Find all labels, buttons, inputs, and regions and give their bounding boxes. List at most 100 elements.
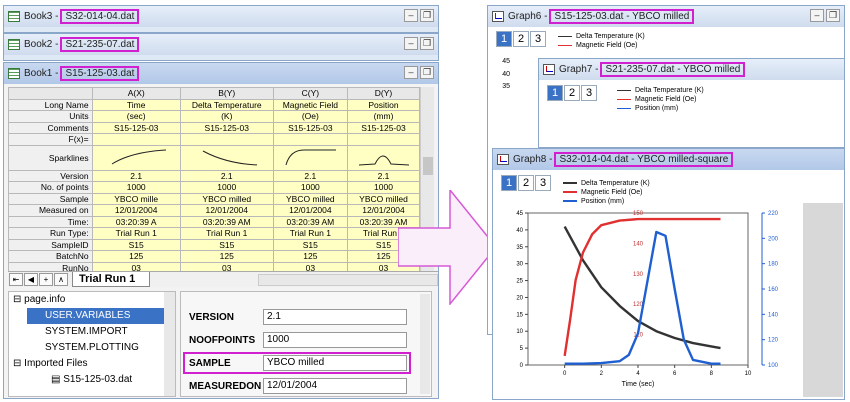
label-cell[interactable]: Position <box>346 98 420 111</box>
row-header[interactable]: SampleID <box>8 238 93 251</box>
sheet-tab[interactable]: Trial Run 1 <box>72 272 151 287</box>
page-tab-2[interactable]: 2 <box>564 85 580 101</box>
minimize-icon[interactable]: – <box>404 9 418 22</box>
prop-value-measuredon[interactable]: 12/01/2004 <box>263 378 407 394</box>
minimize-icon[interactable]: – <box>404 66 418 79</box>
book3-window[interactable]: Book3 - S32-014-04.dat – ❐ <box>3 5 439 33</box>
label-cell[interactable]: 12/01/2004 <box>272 204 348 217</box>
label-cell[interactable]: Trial Run 1 <box>179 227 274 240</box>
row-header[interactable]: Measured on <box>8 204 93 217</box>
prop-value-version[interactable]: 2.1 <box>263 309 407 325</box>
sparkline-cell[interactable] <box>91 144 181 171</box>
label-cell[interactable]: YBCO mille <box>91 192 181 205</box>
row-header[interactable]: RunNo <box>8 261 93 271</box>
label-cell[interactable]: 2.1 <box>91 169 181 182</box>
tree-node-user-variables[interactable]: USER.VARIABLES <box>27 308 167 324</box>
prop-value-sample[interactable]: YBCO milled <box>263 355 407 371</box>
tree-node-system-plotting[interactable]: SYSTEM.PLOTTING <box>45 340 175 356</box>
add-sheet-icon[interactable]: + <box>39 273 53 286</box>
book2-titlebar[interactable]: Book2 - S21-235-07.dat <box>4 34 438 55</box>
label-cell[interactable]: (K) <box>179 110 274 123</box>
label-cell[interactable]: (mm) <box>346 110 420 123</box>
label-cell[interactable]: 125 <box>91 250 181 263</box>
book3-titlebar[interactable]: Book3 - S32-014-04.dat <box>4 6 438 27</box>
row-header[interactable]: Units <box>8 110 93 123</box>
page-tab-1[interactable]: 1 <box>501 175 517 191</box>
label-cell[interactable]: 12/01/2004 <box>179 204 274 217</box>
label-cell[interactable]: Trial Run 1 <box>272 227 348 240</box>
label-cell[interactable]: Delta Temperature <box>179 98 274 111</box>
column-header[interactable]: A(X) <box>91 87 181 100</box>
page-tab-1[interactable]: 1 <box>547 85 563 101</box>
column-header[interactable]: B(Y) <box>179 87 274 100</box>
prev-sheet-icon[interactable]: ◀ <box>24 273 38 286</box>
label-cell[interactable]: S15-125-03 <box>272 121 348 134</box>
label-cell[interactable]: 03 <box>91 261 181 271</box>
row-header[interactable]: F(x)= <box>8 133 93 146</box>
sparkline-cell[interactable] <box>179 144 274 171</box>
page-tab-2[interactable]: 2 <box>513 31 529 47</box>
first-sheet-icon[interactable]: ⇤ <box>9 273 23 286</box>
label-cell[interactable] <box>179 133 274 146</box>
graph7-window[interactable]: Graph7 - S21-235-07.dat - YBCO milled 12… <box>538 58 845 148</box>
label-cell[interactable]: 2.1 <box>346 169 420 182</box>
sheet-list-icon[interactable]: ∧ <box>54 273 68 286</box>
label-cell[interactable]: Time <box>91 98 181 111</box>
tree-node-file[interactable]: ▤ S15-125-03.dat <box>51 372 175 388</box>
label-cell[interactable]: Magnetic Field <box>272 98 348 111</box>
restore-icon[interactable]: ❐ <box>420 66 434 79</box>
label-cell[interactable]: 03:20:39 AM <box>272 215 348 228</box>
label-cell[interactable]: YBCO milled <box>272 192 348 205</box>
book1-window[interactable]: Book1 - S15-125-03.dat – ❐ A(X) B(Y) C(Y)… <box>3 62 439 399</box>
collapse-icon[interactable]: ⊟ <box>13 294 24 305</box>
prop-value-noofpoints[interactable]: 1000 <box>263 332 407 348</box>
page-tab-1[interactable]: 1 <box>496 31 512 47</box>
tree-node-page-info[interactable]: ⊟ page.info <box>13 292 175 308</box>
row-header[interactable]: BatchNo <box>8 250 93 263</box>
minimize-icon[interactable]: – <box>810 9 824 22</box>
label-cell[interactable]: S15-125-03 <box>91 121 181 134</box>
graph8-chart[interactable]: 0510152025303540451101201301401501001201… <box>493 199 843 397</box>
corner-cell[interactable] <box>8 87 93 100</box>
tree-node-imported-files[interactable]: ⊟ Imported Files <box>13 356 175 372</box>
minimize-icon[interactable]: – <box>404 37 418 50</box>
row-header[interactable]: Comments <box>8 121 93 134</box>
worksheet-grid[interactable]: A(X) B(Y) C(Y) D(Y) Long Name Time Delta T… <box>8 87 420 271</box>
sparkline-cell[interactable] <box>272 144 348 171</box>
row-header[interactable]: No. of points <box>8 181 93 194</box>
restore-icon[interactable]: ❐ <box>420 37 434 50</box>
label-cell[interactable]: 2.1 <box>272 169 348 182</box>
row-header[interactable]: Sparklines <box>8 144 93 171</box>
label-cell[interactable]: S15-125-03 <box>346 121 420 134</box>
label-cell[interactable]: 03 <box>272 261 348 271</box>
label-cell[interactable]: S15-125-03 <box>179 121 274 134</box>
label-cell[interactable]: 1000 <box>272 181 348 194</box>
graph8-window[interactable]: Graph8 - S32-014-04.dat - YBCO milled-sq… <box>492 148 845 400</box>
column-header[interactable]: C(Y) <box>272 87 348 100</box>
row-header[interactable]: Run Type: <box>8 227 93 240</box>
label-cell[interactable] <box>272 133 348 146</box>
page-tab-3[interactable]: 3 <box>535 175 551 191</box>
page-tab-3[interactable]: 3 <box>581 85 597 101</box>
label-cell[interactable]: 125 <box>272 250 348 263</box>
book2-window[interactable]: Book2 - S21-235-07.dat – ❐ <box>3 33 439 61</box>
tree-scrollbar[interactable] <box>164 292 175 396</box>
page-tab-3[interactable]: 3 <box>530 31 546 47</box>
label-cell[interactable]: 1000 <box>91 181 181 194</box>
row-header[interactable]: Long Name <box>8 98 93 111</box>
label-cell[interactable]: Trial Run 1 <box>91 227 181 240</box>
label-cell[interactable] <box>91 133 181 146</box>
label-cell[interactable]: 2.1 <box>179 169 274 182</box>
property-scrollbar[interactable] <box>420 294 430 394</box>
row-header[interactable]: Sample <box>8 192 93 205</box>
label-cell[interactable]: S15 <box>272 238 348 251</box>
row-header[interactable]: Time: <box>8 215 93 228</box>
graph7-titlebar[interactable]: Graph7 - S21-235-07.dat - YBCO milled <box>539 59 844 80</box>
label-cell[interactable]: 125 <box>179 250 274 263</box>
restore-icon[interactable]: ❐ <box>420 9 434 22</box>
sparkline-cell[interactable] <box>346 144 420 171</box>
restore-icon[interactable]: ❐ <box>826 9 840 22</box>
label-cell[interactable]: S15 <box>91 238 181 251</box>
collapse-icon[interactable]: ⊟ <box>13 358 24 369</box>
tree-node-system-import[interactable]: SYSTEM.IMPORT <box>45 324 175 340</box>
